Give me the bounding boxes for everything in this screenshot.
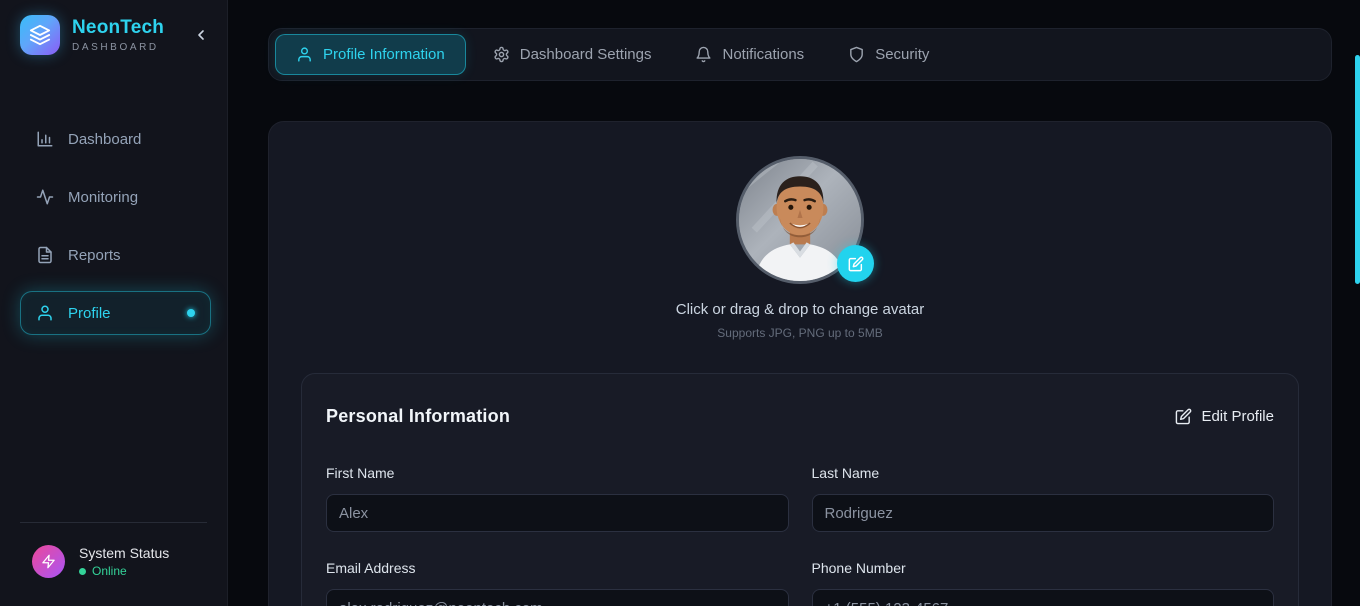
sidebar-item-label: Profile [68,305,111,322]
avatar-hint: Supports JPG, PNG up to 5MB [717,326,882,340]
tab-label: Dashboard Settings [520,46,652,63]
activity-icon [36,188,54,206]
system-status: System Status Online [0,545,227,590]
bar-chart-icon [36,130,54,148]
system-status-title: System Status [79,545,169,561]
file-text-icon [36,246,54,264]
edit-pencil-icon [848,256,864,272]
tab-security[interactable]: Security [831,34,946,75]
user-icon [296,46,313,63]
zap-icon [32,545,65,578]
tab-label: Security [875,46,929,63]
edit-profile-label: Edit Profile [1201,408,1274,425]
sidebar-item-monitoring[interactable]: Monitoring [20,175,211,219]
phone-label: Phone Number [812,560,1275,576]
first-name-label: First Name [326,465,789,481]
sidebar-item-dashboard[interactable]: Dashboard [20,117,211,161]
edit-pencil-icon [1175,408,1192,425]
brand-name: NeonTech [72,17,164,39]
last-name-input[interactable] [812,494,1275,532]
main-content: Profile Information Dashboard Settings N… [228,0,1360,606]
active-indicator-dot [187,309,195,317]
shield-icon [848,46,865,63]
first-name-input[interactable] [326,494,789,532]
phone-input[interactable] [812,589,1275,606]
personal-information-title: Personal Information [326,406,510,427]
scrollbar-thumb[interactable] [1355,55,1360,284]
sidebar: NeonTech DASHBOARD Dashboard [0,0,228,606]
tab-label: Notifications [722,46,804,63]
sidebar-item-label: Monitoring [68,189,138,206]
bell-icon [695,46,712,63]
settings-tabbar: Profile Information Dashboard Settings N… [268,28,1332,81]
sidebar-item-profile[interactable]: Profile [20,291,211,335]
gear-icon [493,46,510,63]
avatar-caption: Click or drag & drop to change avatar [676,301,924,318]
personal-info-form: First Name Last Name Email Address Phone… [326,465,1274,606]
sidebar-item-label: Dashboard [68,131,141,148]
user-icon [36,304,54,322]
last-name-label: Last Name [812,465,1275,481]
form-field-first-name: First Name [326,465,789,532]
edit-profile-button[interactable]: Edit Profile [1175,408,1274,425]
tab-profile-information[interactable]: Profile Information [275,34,466,75]
form-field-email: Email Address [326,560,789,606]
avatar-upload-area[interactable] [736,156,864,284]
sidebar-nav: Dashboard Monitoring Reports [0,117,227,335]
layers-icon [20,15,60,55]
form-field-phone: Phone Number [812,560,1275,606]
online-status-label: Online [92,564,127,578]
sidebar-item-label: Reports [68,247,121,264]
form-field-last-name: Last Name [812,465,1275,532]
profile-card: Click or drag & drop to change avatar Su… [268,121,1332,606]
sidebar-item-reports[interactable]: Reports [20,233,211,277]
personal-information-card: Personal Information Edit Profile First … [301,373,1299,606]
tab-notifications[interactable]: Notifications [678,34,821,75]
sidebar-divider [20,522,207,523]
online-dot [79,568,86,575]
brand-subtitle: DASHBOARD [72,42,164,53]
avatar-edit-button[interactable] [837,245,874,282]
tab-label: Profile Information [323,46,445,63]
sidebar-collapse-button[interactable] [189,23,213,47]
brand-header: NeonTech DASHBOARD [0,15,227,55]
email-label: Email Address [326,560,789,576]
tab-dashboard-settings[interactable]: Dashboard Settings [476,34,669,75]
chevron-left-icon [193,27,209,43]
email-input[interactable] [326,589,789,606]
